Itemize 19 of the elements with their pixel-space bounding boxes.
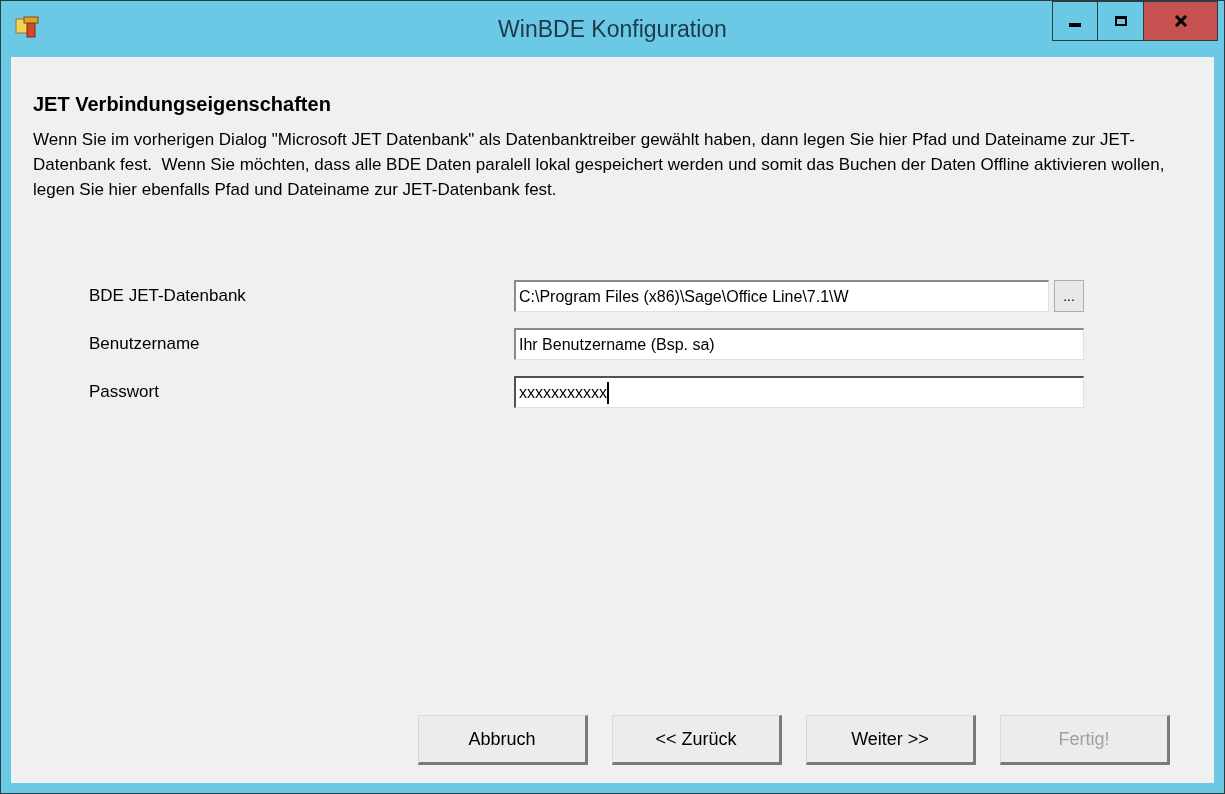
close-icon <box>1174 15 1187 27</box>
section-heading: JET Verbindungseigenschaften <box>33 92 332 117</box>
text-cursor <box>607 381 609 404</box>
dialog-button[interactable]: << Zurück <box>612 715 782 765</box>
minimize-icon <box>1069 23 1081 27</box>
minimize-button[interactable] <box>1052 1 1098 41</box>
window-title: WinBDE Konfiguration <box>497 14 728 44</box>
maximize-icon <box>1114 16 1127 26</box>
dialog-button[interactable]: Abbruch <box>418 715 588 765</box>
field-label: Passwort <box>89 381 160 404</box>
dialog-button[interactable]: Weiter >> <box>806 715 976 765</box>
description-text: Wenn Sie im vorherigen Dialog "Microsoft JET Datenbank" als Datenbanktreiber gewählt haben, dann legen Sie hier Pfad und Dateiname zur JET-Datenbank fest. Wenn Sie möchten, dass alle BDE Daten paralell lokal gespeichert werden und somit das Buchen der Daten Offline aktivieren wollen, legen Sie hier ebenfalls Pfad und Dateiname zur JET-Datenbank fest. <box>33 129 1166 201</box>
field-label: BDE JET-Datenbank <box>89 285 247 308</box>
field-label: Benutzername <box>89 333 201 356</box>
input-field[interactable]: C:\Program Files (x86)\Sage\Office Line\7.1\W <box>514 280 1049 312</box>
input-field[interactable]: Ihr Benutzername (Bsp. sa) <box>514 328 1084 360</box>
browse-button[interactable]: ... <box>1054 280 1084 312</box>
app-icon <box>15 15 41 39</box>
input-field[interactable]: xxxxxxxxxxx <box>514 376 1084 408</box>
